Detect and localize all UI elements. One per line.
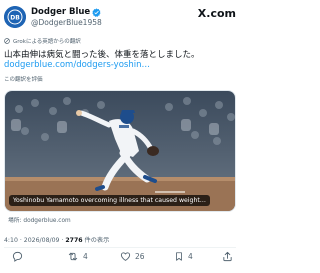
action-bar: 4 26 4 (4, 251, 236, 269)
card-caption: Yoshinobu Yamamoto overcoming illness th… (9, 195, 210, 206)
author-handle[interactable]: @DodgerBlue1958 (31, 18, 102, 27)
avatar[interactable]: DB (4, 6, 26, 28)
card-photo (5, 91, 235, 211)
bookmark-button[interactable]: 4 (174, 251, 193, 262)
tweet-meta: 4:10 · 2026/08/09 · 2776 件の表示 (4, 235, 109, 244)
grok-icon (4, 38, 10, 44)
share-button[interactable] (222, 251, 233, 262)
repost-icon (68, 252, 78, 261)
author-name-row[interactable]: Dodger Blue (31, 7, 101, 17)
repost-count: 4 (83, 252, 88, 261)
verified-badge-icon (92, 7, 101, 17)
card-source[interactable]: 場所: dodgerblue.com (8, 215, 71, 224)
rate-translation-link[interactable]: この翻訳を評価 (4, 75, 43, 83)
author-name[interactable]: Dodger Blue (31, 7, 90, 17)
avatar-logo-icon: DB (4, 6, 26, 28)
share-icon (223, 251, 232, 262)
link-card[interactable]: Yoshinobu Yamamoto overcoming illness th… (4, 90, 236, 212)
views-label: 件の表示 (82, 237, 110, 244)
tweet-header: DB Dodger Blue @DodgerBlue1958 X.com (4, 6, 236, 32)
bookmark-icon (176, 252, 182, 261)
grok-note-text: Grokによる英語からの翻訳 (13, 39, 81, 45)
tweet-text: 山本由伸は病気と闘った後、体重を落としました。 (4, 50, 200, 60)
views-count: 2776 (65, 237, 83, 244)
tweet-timestamp[interactable]: 4:10 · 2026/08/09 · (4, 237, 65, 244)
reply-button[interactable] (12, 251, 27, 262)
x-logo[interactable]: X.com (198, 7, 236, 20)
like-button[interactable]: 26 (120, 251, 145, 262)
grok-translation-note: Grokによる英語からの翻訳 (4, 37, 81, 45)
avatar-text: DB (10, 15, 20, 22)
like-icon (120, 252, 131, 261)
bookmark-count: 4 (188, 252, 193, 261)
tweet-link[interactable]: dodgerblue.com/dodgers-yoshin… (4, 60, 236, 70)
reply-icon (12, 251, 23, 262)
divider (4, 247, 236, 248)
like-count: 26 (135, 252, 145, 261)
repost-button[interactable]: 4 (67, 251, 88, 262)
